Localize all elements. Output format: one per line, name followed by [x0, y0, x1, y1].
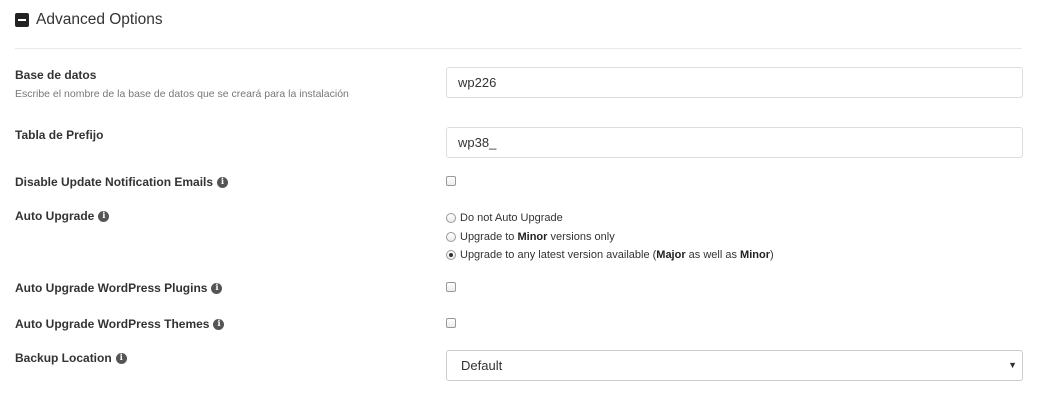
disable-emails-checkbox[interactable] — [446, 176, 456, 186]
info-icon[interactable]: i — [115, 352, 127, 364]
auto-upgrade-plugins-checkbox[interactable] — [446, 282, 456, 292]
radio-button[interactable] — [446, 232, 456, 242]
info-icon[interactable]: i — [211, 282, 223, 294]
backup-location-value: Default — [461, 358, 503, 373]
auto-themes-label: Auto Upgrade WordPress Themes i — [15, 317, 225, 331]
radio-button-selected[interactable] — [446, 250, 456, 260]
minus-square-icon[interactable] — [15, 13, 29, 27]
caret-down-icon[interactable]: ▼ — [1008, 360, 1017, 370]
backup-location-select[interactable]: Default ▼ — [446, 350, 1023, 381]
radio-minor-label: Upgrade to Minor versions only — [460, 231, 615, 243]
table-prefix-input[interactable] — [446, 127, 1023, 158]
section-title: Advanced Options — [36, 11, 163, 28]
auto-plugins-label: Auto Upgrade WordPress Plugins i — [15, 281, 223, 295]
prefix-label: Tabla de Prefijo — [15, 128, 104, 142]
database-help-text: Escribe el nombre de la base de datos qu… — [15, 88, 349, 100]
info-icon[interactable]: i — [98, 210, 110, 222]
auto-upgrade-themes-checkbox[interactable] — [446, 318, 456, 328]
disable-emails-label: Disable Update Notification Emails i — [15, 175, 229, 189]
radio-any-label: Upgrade to any latest version available … — [460, 249, 774, 261]
info-icon[interactable]: i — [217, 176, 229, 188]
section-divider — [15, 48, 1022, 49]
backup-location-label: Backup Location i — [15, 351, 127, 365]
radio-button[interactable] — [446, 213, 456, 223]
radio-upgrade-minor[interactable]: Upgrade to Minor versions only — [446, 231, 615, 243]
database-name-input[interactable] — [446, 67, 1023, 98]
radio-no-auto-upgrade[interactable]: Do not Auto Upgrade — [446, 212, 563, 224]
radio-upgrade-any[interactable]: Upgrade to any latest version available … — [446, 249, 774, 261]
auto-upgrade-label: Auto Upgrade i — [15, 209, 110, 223]
advanced-options-toggle[interactable]: Advanced Options — [15, 8, 163, 32]
info-icon[interactable]: i — [213, 318, 225, 330]
database-label: Base de datos — [15, 68, 97, 82]
